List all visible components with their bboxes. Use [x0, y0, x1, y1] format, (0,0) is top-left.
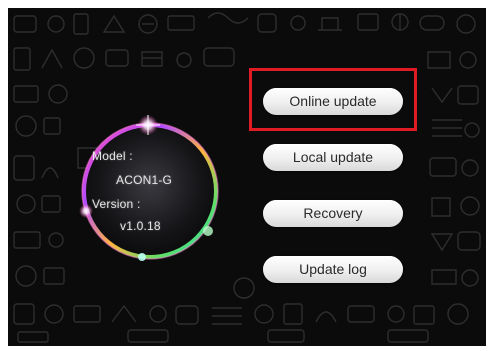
update-log-button[interactable]: Update log	[263, 256, 403, 283]
device-info-ring: Model : ACON1-G Version : v1.0.18	[68, 103, 228, 273]
highlight-box	[249, 68, 417, 131]
local-update-button[interactable]: Local update	[263, 144, 403, 171]
recovery-button[interactable]: Recovery	[263, 200, 403, 227]
model-value: ACON1-G	[116, 173, 173, 187]
version-label: Version :	[92, 197, 141, 211]
update-screen: Model : ACON1-G Version : v1.0.18 Online…	[8, 8, 486, 346]
model-label: Model :	[92, 149, 133, 163]
version-value: v1.0.18	[120, 219, 161, 233]
